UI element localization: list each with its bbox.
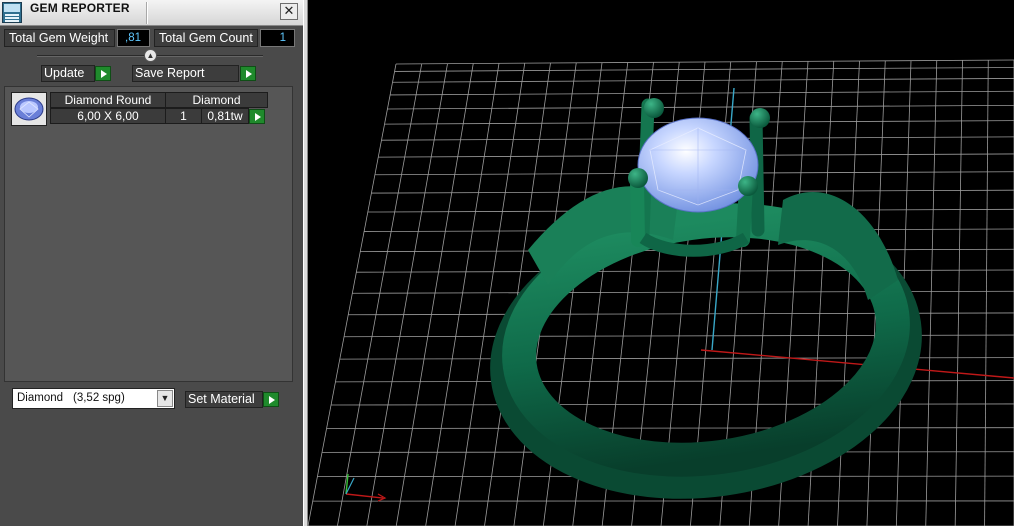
- gem-shape-cell: Diamond Round: [50, 92, 166, 108]
- gem-reporter-app-icon: [2, 2, 22, 23]
- gem-row-go-icon[interactable]: [249, 109, 265, 124]
- grid-line: [395, 63, 474, 526]
- gem-reporter-panel: GEM REPORTER ✕ Total Gem Weight ,81 Tota…: [0, 0, 303, 526]
- set-material-button[interactable]: Set Material: [185, 391, 263, 408]
- material-spg: (3,52 spg): [73, 392, 125, 404]
- gem-size-cell: 6,00 X 6,00: [50, 108, 166, 124]
- grid-line: [308, 63, 397, 526]
- chevron-up-icon[interactable]: ▲: [144, 49, 157, 62]
- gem-icon[interactable]: [11, 92, 47, 126]
- gem-weight-cell: 0,81tw: [201, 108, 249, 124]
- window-title: GEM REPORTER: [30, 1, 130, 15]
- material-select[interactable]: Diamond (3,52 spg) ▼: [12, 388, 175, 409]
- material-name: Diamond: [17, 392, 64, 404]
- grid-line: [837, 60, 860, 526]
- save-report-go-icon[interactable]: [240, 66, 256, 81]
- update-button[interactable]: Update: [41, 65, 95, 82]
- total-gem-weight-label: Total Gem Weight: [4, 29, 115, 47]
- grid-line: [454, 63, 526, 526]
- update-go-icon[interactable]: [95, 66, 111, 81]
- viewport-canvas: [308, 59, 1014, 526]
- gem-count-cell: 1: [165, 108, 202, 124]
- grid-line: [954, 60, 963, 526]
- title-divider: [146, 2, 148, 24]
- close-button[interactable]: ✕: [280, 3, 298, 20]
- title-bar: GEM REPORTER ✕: [0, 0, 303, 26]
- grid-line: [925, 60, 938, 526]
- save-report-button[interactable]: Save Report: [132, 65, 239, 82]
- prong-tip: [628, 168, 648, 188]
- grid-line: [326, 427, 1014, 429]
- total-gem-count-label: Total Gem Count: [154, 29, 258, 47]
- total-gem-count-value: 1: [260, 29, 295, 47]
- grid-line: [984, 60, 989, 526]
- ring-model: [490, 98, 922, 499]
- gem-list: Diamond Round Diamond 6,00 X 6,00 1 0,81…: [4, 86, 293, 382]
- gem-material-cell: Diamond: [165, 92, 268, 108]
- axis-gizmo-icon: [345, 473, 387, 502]
- grid-line: [337, 63, 423, 526]
- grid-line: [425, 63, 500, 526]
- grid-line: [366, 63, 448, 526]
- prong-tip: [750, 108, 770, 128]
- 3d-viewport[interactable]: [308, 0, 1014, 526]
- grid-line: [331, 403, 1014, 406]
- prong-tip: [644, 98, 664, 118]
- prong-tip: [738, 176, 758, 196]
- total-gem-weight-value: ,81: [117, 29, 150, 47]
- set-material-go-icon[interactable]: [263, 392, 279, 407]
- chevron-down-icon[interactable]: ▼: [157, 390, 173, 407]
